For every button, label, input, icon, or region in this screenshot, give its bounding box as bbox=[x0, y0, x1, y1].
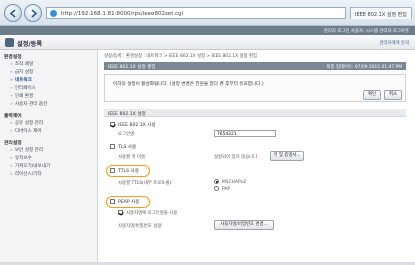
section-header: IEEE 802.1X 설정 편집 최종 업데이트: 07/09 2015 01… bbox=[104, 62, 406, 70]
peap-use-login-checkbox[interactable] bbox=[118, 210, 123, 215]
ttls-checkbox[interactable] bbox=[110, 168, 115, 173]
browser-tab[interactable]: IEEE 802.1X 설정 편집 bbox=[350, 7, 412, 19]
sidebar-item-device-control[interactable]: 디바이스 제어 bbox=[10, 128, 42, 134]
ok-button[interactable]: 확인 bbox=[363, 90, 381, 100]
sidebar-item-print-environment[interactable]: 인쇄 환경 bbox=[10, 93, 33, 99]
login-name-input[interactable]: 7654321 bbox=[214, 130, 276, 137]
key-certificate-button[interactable]: 키 및 증명서... bbox=[270, 151, 304, 161]
forward-arrow-icon bbox=[31, 9, 38, 18]
change-user-password-button[interactable]: 사용자명/비밀번호 변경... bbox=[214, 220, 274, 230]
address-bar[interactable]: http://192.168.1.81:8000/rps/ieee802set.… bbox=[46, 7, 346, 19]
sidebar-item-maintenance[interactable]: 유지보수 bbox=[10, 155, 32, 161]
section-title: IEEE 802.1X 설정 편집 bbox=[108, 64, 156, 70]
sidebar-item-control-panel[interactable]: 조작 패널 bbox=[10, 61, 33, 67]
sidebar-item-security[interactable]: 보안 설정 관리 bbox=[10, 147, 43, 153]
tls-checkbox[interactable] bbox=[110, 144, 115, 149]
login-name-label: 로그인명: bbox=[118, 132, 136, 137]
top-strip: 관리자 로그인 사용자: 시스템 관리자 로그아웃 bbox=[0, 26, 415, 35]
sidebar-item-interface[interactable]: 인터페이스 bbox=[10, 85, 36, 91]
notice-box: 이하의 설정이 활성화됩니다. (설정 변경은 전원을 껐다 켠 후부터 유효합… bbox=[104, 74, 406, 102]
peap-user-label: 사용자명/비밀번호 설정: bbox=[118, 224, 163, 229]
breadcrumb: 설정/등록 : 환경설정 : 네트워크 > IEEE 802.1X 설정 > I… bbox=[104, 54, 258, 59]
url-text: http://192.168.1.81:8000/rps/ieee802set.… bbox=[61, 11, 184, 17]
peap-label: PEAP 사용 bbox=[118, 200, 140, 205]
ttls-mschapv2-label: MSCHAPv2 bbox=[222, 180, 246, 185]
sidebar-item-license[interactable]: 라이선스/기타 bbox=[10, 171, 42, 177]
peap-use-login-label: 사용자명에 로그인명을 사용 bbox=[126, 211, 178, 216]
sidebar-item-import-export[interactable]: 가져오기/내보내기 bbox=[10, 163, 50, 169]
ttls-label: TTLS 사용 bbox=[118, 169, 139, 174]
sidebar-item-paper-source[interactable]: 급지 설정 bbox=[10, 69, 33, 75]
cancel-button[interactable]: 취소 bbox=[384, 90, 402, 100]
peap-checkbox[interactable] bbox=[110, 199, 115, 204]
ttls-pap-label: PAP bbox=[222, 187, 231, 192]
browser-toolbar: http://192.168.1.81:8000/rps/ieee802set.… bbox=[0, 0, 415, 26]
settings-header: IEEE 802.1X 설정 bbox=[104, 109, 406, 117]
tls-key-status: 설정되어 있지 않습니다. bbox=[214, 155, 259, 160]
settings-title: IEEE 802.1X 설정 bbox=[108, 111, 146, 117]
login-status-text: 관리자 로그인 사용자: 시스템 관리자 로그아웃 bbox=[323, 29, 409, 34]
forward-button[interactable] bbox=[24, 4, 42, 22]
ieee8021x-label: IEEE 802.1X 사용 bbox=[118, 123, 156, 128]
browser-logo-icon bbox=[50, 10, 57, 17]
sidebar: 환경설정 조작 패널 급지 설정 네트워크 인터페이스 인쇄 환경 사용자 관리… bbox=[0, 50, 98, 265]
tab-title: IEEE 802.1X 설정 편집 bbox=[355, 12, 407, 18]
ttls-mschapv2-radio[interactable] bbox=[214, 179, 219, 184]
ttls-protocol-label: 사용할 TTLS(내부 프로토콜): bbox=[118, 181, 173, 186]
sidebar-group-title: 관리설정 bbox=[4, 141, 22, 146]
login-name-value: 7654321 bbox=[217, 132, 237, 137]
tls-label: TLS 사용 bbox=[118, 145, 137, 150]
sidebar-item-shared-settings[interactable]: 공유 설정 관리 bbox=[10, 120, 43, 126]
back-button[interactable] bbox=[4, 4, 22, 22]
contact-admin-link[interactable]: 관리자에게 문의 bbox=[379, 40, 409, 46]
page-header: 설정/등록 관리자에게 문의 bbox=[0, 35, 415, 50]
back-arrow-icon bbox=[9, 9, 16, 18]
sidebar-item-user-management[interactable]: 사용자 관리 옵션 bbox=[10, 101, 48, 107]
ieee8021x-checkbox[interactable] bbox=[110, 122, 115, 127]
sidebar-group-title: 출력제어 bbox=[4, 114, 22, 119]
page-title: 설정/등록 bbox=[17, 41, 43, 48]
notice-text: 이하의 설정이 활성화됩니다. (설정 변경은 전원을 껐다 켠 후부터 유효합… bbox=[113, 82, 264, 87]
last-updated-text: 최종 업데이트: 07/09 2015 01:47 PM bbox=[326, 64, 402, 70]
ttls-pap-radio[interactable] bbox=[214, 186, 219, 191]
sidebar-group-title: 환경설정 bbox=[4, 55, 22, 60]
tls-key-label: 사용할 키 이름: bbox=[118, 155, 147, 160]
settings-icon bbox=[5, 38, 14, 47]
sidebar-item-network[interactable]: 네트워크 bbox=[10, 77, 32, 83]
